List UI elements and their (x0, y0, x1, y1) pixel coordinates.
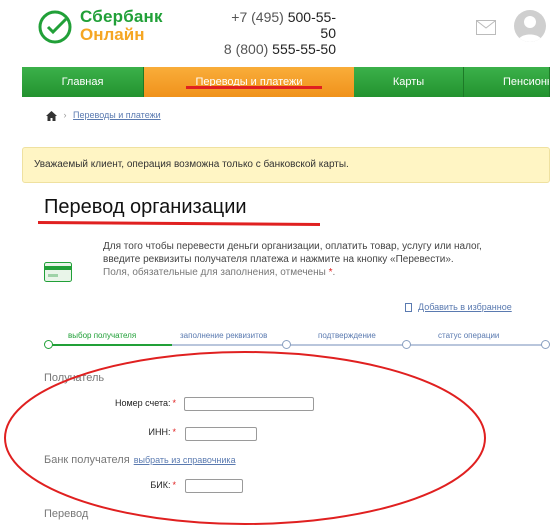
phone-1-code: +7 (495) (231, 9, 284, 25)
step-dot-4 (541, 340, 550, 349)
phone-1-number: 500-55-50 (287, 9, 336, 41)
brand-subtitle: Онлайн (80, 25, 145, 44)
notice-text: Уважаемый клиент, операция возможна толь… (34, 159, 349, 170)
nav-item-transfers[interactable]: Переводы и платежи (144, 67, 354, 97)
step-label-1: выбор получателя (68, 331, 137, 340)
intro-text: Для того чтобы перевести деньги организа… (103, 240, 523, 279)
breadcrumb-separator: › (63, 110, 67, 120)
page-title: Перевод организации (44, 196, 247, 218)
breadcrumb: › Переводы и платежи (46, 110, 161, 121)
bookmark-icon (405, 303, 412, 313)
intro-line-3: Поля, обязательные для заполнения, отмеч… (103, 267, 326, 278)
nav-item-pension[interactable]: Пенсионные (464, 67, 550, 97)
user-avatar-icon[interactable] (514, 10, 546, 42)
notice-banner: Уважаемый клиент, операция возможна толь… (22, 147, 550, 183)
nav-item-home[interactable]: Главная (22, 67, 144, 97)
intro-line-2: введите реквизиты получателя платежа и н… (103, 254, 454, 265)
home-icon[interactable] (46, 110, 57, 121)
main-nav: Главная Переводы и платежи Карты Пенсион… (22, 67, 550, 97)
payment-card-icon (44, 262, 72, 282)
step-label-3: подтверждение (318, 331, 376, 340)
annotation-oval (4, 351, 486, 525)
annotation-underline-title (37, 221, 321, 226)
step-label-4: статус операции (438, 331, 500, 340)
phone-numbers: +7 (495) 500-55-50 8 (800) 555-55-50 (222, 9, 336, 57)
sberbank-logo-icon[interactable] (38, 10, 72, 44)
header: Сбербанк Онлайн +7 (495) 500-55-50 8 (80… (0, 0, 550, 60)
step-label-2: заполнение реквизитов (180, 331, 268, 340)
add-to-favorites-link[interactable]: Добавить в избранное (405, 302, 512, 313)
breadcrumb-link-transfers[interactable]: Переводы и платежи (73, 110, 161, 120)
intro-end: . (332, 267, 336, 278)
intro-line-1: Для того чтобы перевести деньги организа… (103, 241, 482, 252)
brand-name: Сбербанк (80, 7, 163, 26)
envelope-icon[interactable] (476, 20, 496, 35)
add-to-favorites-label: Добавить в избранное (418, 302, 512, 312)
intro-required-note: Поля, обязательные для заполнения, отмеч… (103, 266, 523, 279)
phone-2-number: 555-55-50 (272, 41, 336, 57)
annotation-underline-nav (186, 86, 322, 89)
phone-2-code: 8 (800) (223, 41, 269, 57)
nav-item-cards[interactable]: Карты (354, 67, 464, 97)
